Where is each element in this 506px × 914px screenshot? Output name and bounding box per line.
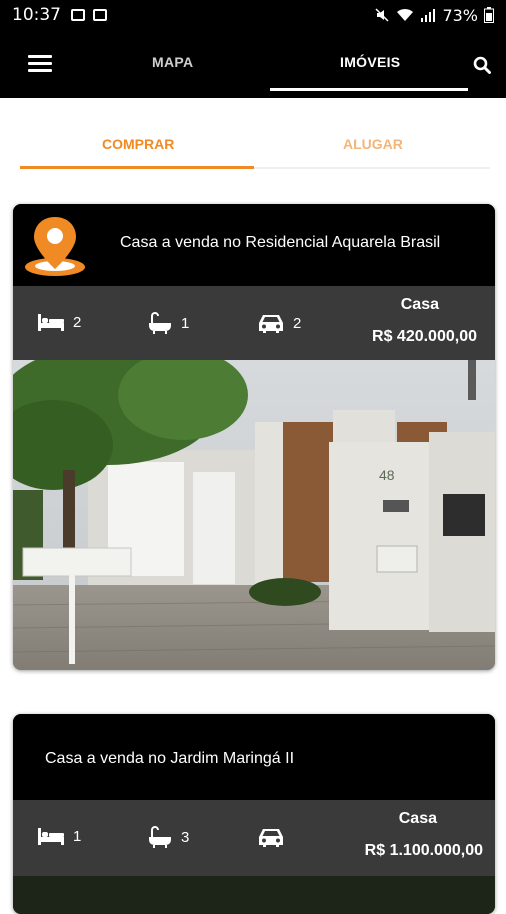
property-photo xyxy=(13,876,495,914)
mail-notification-icon xyxy=(93,9,107,21)
status-right: 73% xyxy=(374,6,494,25)
bedrooms-feature: 2 xyxy=(37,312,81,332)
battery-icon xyxy=(484,7,494,23)
car-icon xyxy=(259,829,283,847)
battery-percent: 73% xyxy=(442,5,478,25)
bathrooms-feature: 1 xyxy=(147,312,189,334)
property-price: R$ 1.100.000,00 xyxy=(364,842,483,859)
bedrooms-feature: 1 xyxy=(37,826,81,846)
listing-header: Casa a venda no Jardim Maringá II xyxy=(13,714,495,800)
bathrooms-feature: 3 xyxy=(147,826,189,848)
listing-title: Casa a venda no Residencial Aquarela Bra… xyxy=(120,234,441,251)
bed-icon xyxy=(38,828,64,845)
sub-tabs: COMPRAR ALUGAR xyxy=(20,98,490,174)
bathrooms-count: 1 xyxy=(181,314,190,332)
app-bar: MAPA IMÓVEIS xyxy=(0,30,506,98)
sub-tab-indicator xyxy=(20,166,254,169)
garages-feature xyxy=(257,826,293,848)
signal-icon xyxy=(421,9,436,22)
notification-icons xyxy=(71,9,107,21)
wifi-icon xyxy=(397,8,414,21)
tab-comprar[interactable]: COMPRAR xyxy=(102,136,174,152)
sub-tab-divider xyxy=(254,167,490,169)
property-type: Casa xyxy=(400,296,439,313)
hamburger-icon[interactable] xyxy=(28,55,52,73)
listing-info-bar: 2 1 2 Casa R$ 420.000,00 xyxy=(13,286,495,360)
tab-mapa[interactable]: MAPA xyxy=(152,54,193,70)
property-price: R$ 420.000,00 xyxy=(372,328,477,345)
status-time: 10:37 xyxy=(12,5,61,25)
location-pin-icon xyxy=(25,217,85,276)
bathtub-icon xyxy=(149,312,171,334)
listing-card[interactable]: Casa a venda no Jardim Maringá II 1 3 Ca… xyxy=(13,714,495,914)
listing-card[interactable]: Casa a venda no Residencial Aquarela Bra… xyxy=(13,204,495,670)
car-icon xyxy=(259,315,283,333)
property-type: Casa xyxy=(398,810,437,827)
listing-header: Casa a venda no Residencial Aquarela Bra… xyxy=(13,204,495,286)
mute-icon xyxy=(375,8,389,22)
bedrooms-count: 1 xyxy=(73,827,82,845)
garages-feature: 2 xyxy=(257,312,301,334)
image-notification-icon xyxy=(71,9,85,21)
property-photo: 48 xyxy=(13,345,495,670)
status-bar: 10:37 73% xyxy=(0,0,506,30)
bed-icon xyxy=(38,314,64,331)
house-number: 48 xyxy=(379,467,395,483)
bathtub-icon xyxy=(149,826,171,848)
garages-count: 2 xyxy=(293,314,302,332)
tab-indicator xyxy=(270,88,468,91)
listing-title: Casa a venda no Jardim Maringá II xyxy=(45,750,295,767)
tab-imoveis[interactable]: IMÓVEIS xyxy=(340,54,400,70)
bathrooms-count: 3 xyxy=(181,828,190,846)
tab-alugar[interactable]: ALUGAR xyxy=(343,136,403,152)
bedrooms-count: 2 xyxy=(73,313,82,331)
search-icon[interactable] xyxy=(473,56,491,74)
listing-info-bar: 1 3 Casa R$ 1.100.000,00 xyxy=(13,800,495,876)
